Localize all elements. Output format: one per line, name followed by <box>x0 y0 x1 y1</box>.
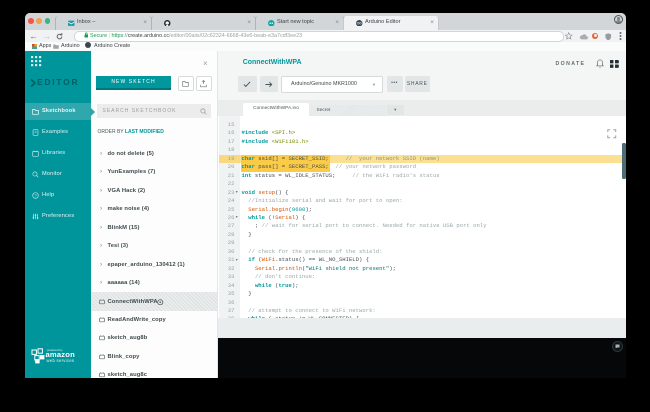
svg-text:?: ? <box>34 192 37 197</box>
